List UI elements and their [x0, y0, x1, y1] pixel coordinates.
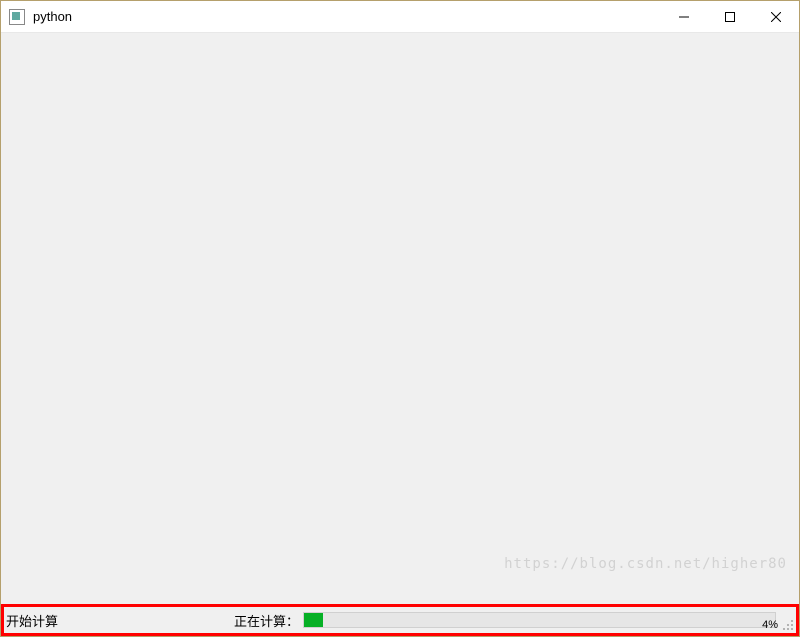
close-button[interactable]: [753, 1, 799, 32]
maximize-button[interactable]: [707, 1, 753, 32]
close-icon: [771, 12, 781, 22]
status-message: 开始计算: [4, 611, 234, 630]
statusbar-highlight-frame: 开始计算 正在计算： 4%: [1, 604, 799, 636]
content-area: https://blog.csdn.net/higher80: [1, 33, 799, 604]
progress-fill: [304, 613, 323, 627]
progress-track: [303, 612, 776, 628]
size-grip[interactable]: [782, 619, 794, 631]
titlebar[interactable]: python: [1, 1, 799, 33]
minimize-icon: [679, 12, 689, 22]
maximize-icon: [725, 12, 735, 22]
progress-bar: 4%: [303, 611, 776, 629]
window-controls: [661, 1, 799, 32]
size-grip-icon: [782, 619, 794, 631]
watermark-text: https://blog.csdn.net/higher80: [504, 556, 787, 572]
progress-label: 正在计算：: [234, 611, 303, 630]
statusbar: 开始计算 正在计算： 4%: [4, 607, 796, 633]
window-title: python: [33, 9, 72, 24]
progress-percent-text: 4%: [762, 619, 778, 631]
minimize-button[interactable]: [661, 1, 707, 32]
app-icon: [9, 9, 25, 25]
app-window: python https://blog.csdn.net/highe: [0, 0, 800, 637]
